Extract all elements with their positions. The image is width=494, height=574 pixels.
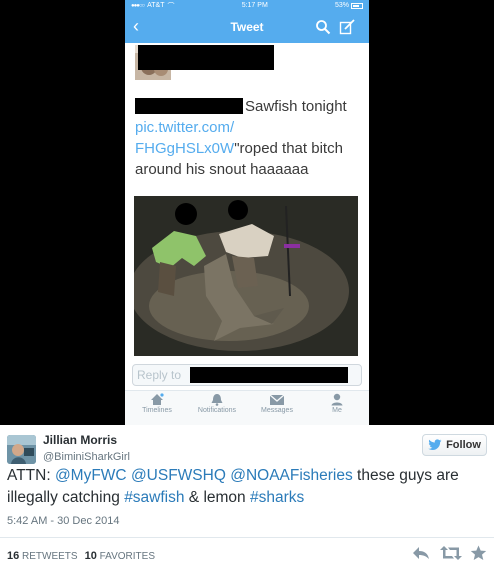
chevron-left-icon: ‹ xyxy=(133,16,139,36)
retweets-stat[interactable]: 16 RETWEETS xyxy=(7,550,78,562)
person-icon xyxy=(331,393,343,406)
battery-icon xyxy=(351,2,363,9)
reply-placeholder: Reply to xyxy=(137,368,182,382)
tab-label: Notifications xyxy=(197,407,237,414)
tab-notifications: Notifications xyxy=(189,393,245,414)
status-bar: ●●●○○ AT&T ⌒ 5:17 PM 53% xyxy=(125,0,369,11)
signal-icon: ●●●○○ xyxy=(131,2,145,9)
phone-screen: ●●●○○ AT&T ⌒ 5:17 PM 53% ‹ Tweet Sawfish… xyxy=(125,0,369,425)
retweets-label: RETWEETS xyxy=(22,551,78,562)
tweet-stats: 16 RETWEETS 10 FAVORITES xyxy=(7,550,155,562)
nav-bar: ‹ Tweet xyxy=(125,11,369,43)
follow-button[interactable]: Follow xyxy=(422,434,487,456)
home-icon xyxy=(151,393,164,405)
nav-title: Tweet xyxy=(230,20,264,34)
reply-icon[interactable] xyxy=(412,545,430,561)
tweet-body-text: these guys are xyxy=(352,467,459,484)
search-icon xyxy=(316,20,331,35)
redaction-bar xyxy=(138,45,274,70)
redaction-bar xyxy=(190,367,348,383)
tweet-photo xyxy=(134,196,358,356)
redaction-bar xyxy=(135,98,243,114)
favorites-label: FAVORITES xyxy=(99,551,156,562)
favorites-stat[interactable]: 10 FAVORITES xyxy=(85,550,155,562)
favorites-count: 10 xyxy=(84,550,97,562)
tweet-body-text: & lemon xyxy=(184,489,250,506)
tab-messages: Messages xyxy=(249,393,305,414)
tweet-actions xyxy=(410,545,490,565)
favorite-icon[interactable] xyxy=(470,545,487,561)
author-avatar[interactable] xyxy=(7,435,36,464)
author-handle[interactable]: @BiminiSharkGirl xyxy=(43,451,130,463)
wifi-icon: ⌒ xyxy=(167,2,175,10)
tweet-body-text: illegally catching xyxy=(7,489,125,506)
envelope-icon xyxy=(269,394,285,405)
retweets-count: 16 xyxy=(7,550,20,562)
photo-link: pic.twitter.com/ xyxy=(135,119,235,136)
retweet-icon[interactable] xyxy=(440,545,462,561)
tab-me: Me xyxy=(309,393,365,414)
tab-label: Messages xyxy=(261,407,293,414)
tweet-timestamp[interactable]: 5:42 AM - 30 Dec 2014 xyxy=(7,515,120,527)
twitter-bird-icon xyxy=(428,439,442,450)
tab-bar: Timelines Notifications Messages Me xyxy=(125,390,369,425)
mention-link[interactable]: @NOAAFisheries xyxy=(230,467,353,484)
tweet-text-line: "roped that bitch xyxy=(234,140,343,157)
follow-label: Follow xyxy=(446,439,481,451)
hashtag-link[interactable]: #sharks xyxy=(250,489,304,506)
compose-icon xyxy=(339,19,355,35)
hashtag-link[interactable]: #sawfish xyxy=(124,489,184,506)
photo-link: FHGgHSLx0W xyxy=(135,140,235,157)
carrier-label: AT&T xyxy=(147,2,165,9)
tab-label: Me xyxy=(332,407,342,414)
tweet-text-line: Sawfish tonight xyxy=(245,98,347,115)
mention-link[interactable]: @USFWSHQ xyxy=(131,467,226,484)
tab-timelines: Timelines xyxy=(129,393,185,414)
status-time: 5:17 PM xyxy=(241,2,268,9)
embedded-screenshot: ●●●○○ AT&T ⌒ 5:17 PM 53% ‹ Tweet Sawfish… xyxy=(0,0,494,425)
tweet-text-line: around his snout haaaaaa xyxy=(135,161,309,178)
tweet-body-text: ATTN: xyxy=(7,467,55,484)
mention-link[interactable]: @MyFWC xyxy=(55,467,127,484)
bell-icon xyxy=(211,394,223,406)
divider xyxy=(0,537,494,538)
tab-label: Timelines xyxy=(142,407,172,414)
battery-percent: 53% xyxy=(334,2,349,9)
author-name[interactable]: Jillian Morris xyxy=(43,433,117,447)
